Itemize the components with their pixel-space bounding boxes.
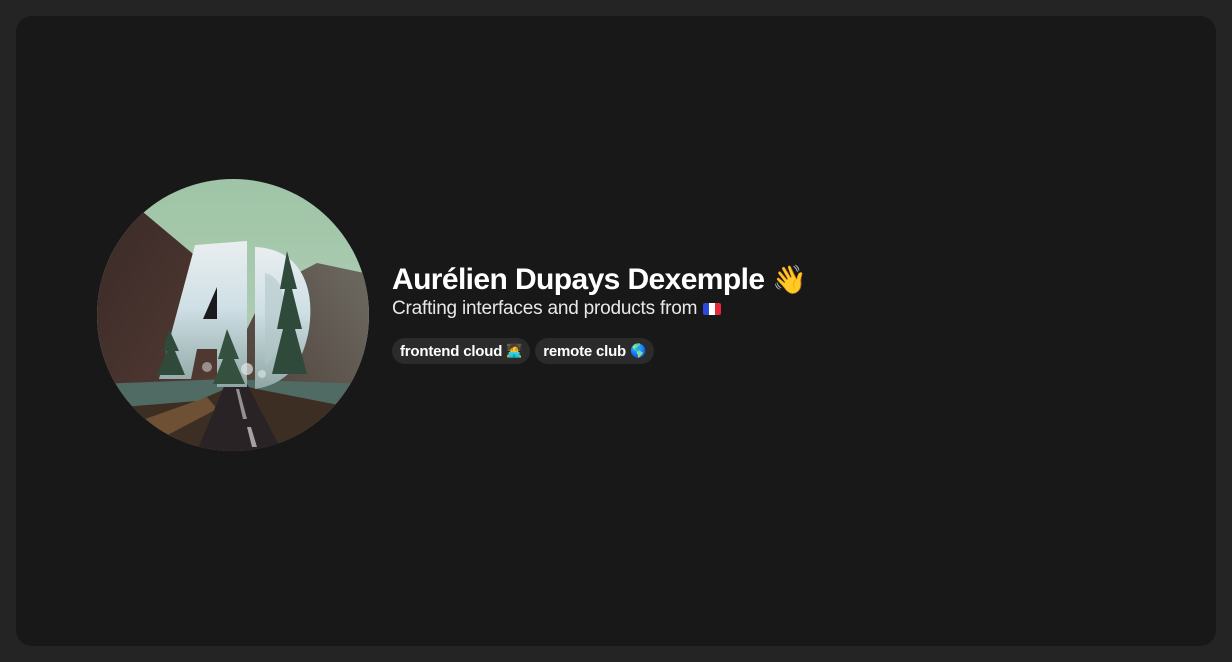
- chip-remote-club[interactable]: remote club 🌎: [535, 338, 655, 364]
- technologist-icon: 🧑‍💻: [506, 343, 523, 359]
- tag-chips: frontend cloud 🧑‍💻 remote club 🌎: [392, 338, 807, 364]
- chip-label: remote club: [543, 342, 627, 360]
- profile-tagline: Crafting interfaces and products from: [392, 298, 698, 319]
- chip-frontend-cloud[interactable]: frontend cloud 🧑‍💻: [392, 338, 531, 364]
- globe-icon: 🌎: [630, 343, 647, 359]
- avatar-monogram-landscape: [97, 179, 369, 451]
- profile-name: Aurélien Dupays Dexemple: [392, 263, 765, 296]
- avatar: [97, 179, 369, 451]
- name-row: Aurélien Dupays Dexemple 👋: [392, 262, 807, 298]
- profile-header: Aurélien Dupays Dexemple 👋 Crafting inte…: [97, 179, 807, 451]
- waving-hand-icon: 👋: [772, 263, 808, 296]
- profile-info: Aurélien Dupays Dexemple 👋 Crafting inte…: [392, 262, 807, 364]
- chip-label: frontend cloud: [400, 342, 503, 360]
- tagline-row: Crafting interfaces and products from: [392, 296, 807, 322]
- france-flag-icon: [703, 303, 722, 315]
